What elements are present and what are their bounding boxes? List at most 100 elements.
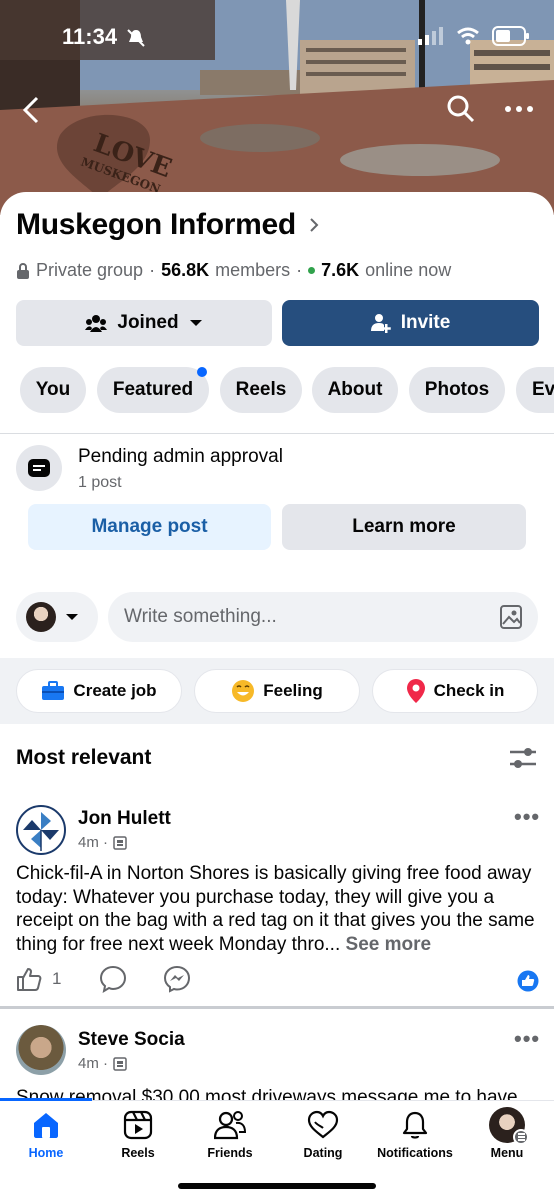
online-label: online now bbox=[365, 260, 452, 280]
members-label: members bbox=[215, 260, 291, 280]
create-job-button[interactable]: Create job bbox=[16, 669, 182, 713]
learn-more-button[interactable]: Learn more bbox=[282, 504, 526, 550]
friends-icon bbox=[214, 1111, 246, 1140]
filter-sliders-icon[interactable] bbox=[508, 746, 538, 770]
lock-icon bbox=[17, 262, 29, 279]
status-time: 11:34 bbox=[62, 24, 118, 49]
post-separator bbox=[0, 1006, 554, 1009]
post-author-avatar[interactable] bbox=[16, 1025, 66, 1075]
tab-label: Friends bbox=[207, 1146, 253, 1160]
post-more-icon[interactable]: ••• bbox=[514, 804, 540, 830]
joined-button[interactable]: Joined bbox=[16, 300, 272, 346]
group-meta: Private group · 56.8K members · 7.6K onl… bbox=[16, 260, 451, 281]
pending-post-icon-wrap bbox=[16, 445, 62, 491]
caret-down-icon bbox=[66, 614, 78, 620]
status-icons bbox=[418, 26, 530, 46]
tab-label: Photos bbox=[424, 379, 490, 400]
post-body: Chick-fil-A in Norton Shores is basicall… bbox=[16, 862, 538, 956]
post-author-avatar[interactable] bbox=[16, 805, 66, 855]
battery-icon bbox=[492, 26, 529, 46]
chevron-right-icon bbox=[310, 218, 319, 232]
tab-reels[interactable]: Reels bbox=[220, 367, 302, 413]
tab-label: Ev bbox=[532, 379, 554, 400]
post-author-name[interactable]: Jon Hulett bbox=[78, 808, 171, 830]
group-audience-icon bbox=[113, 1056, 127, 1071]
like-icon[interactable] bbox=[16, 967, 42, 991]
chip-label: Create job bbox=[73, 681, 157, 700]
add-person-icon bbox=[370, 314, 391, 333]
reels-icon bbox=[123, 1110, 153, 1140]
back-arrow-icon[interactable] bbox=[22, 96, 40, 124]
invite-label: Invite bbox=[400, 312, 451, 333]
tab-label: Home bbox=[28, 1146, 64, 1160]
invite-button[interactable]: Invite bbox=[282, 300, 539, 346]
divider bbox=[0, 433, 554, 434]
joined-label: Joined bbox=[117, 312, 179, 333]
tab-label: Menu bbox=[490, 1146, 524, 1160]
composer-profile-switcher[interactable] bbox=[16, 592, 98, 642]
new-content-dot bbox=[197, 367, 207, 377]
post-timestamp: 4m · bbox=[78, 1055, 127, 1072]
mute-bell-icon bbox=[127, 29, 145, 47]
post-more-icon[interactable]: ••• bbox=[514, 1026, 540, 1052]
tab-label: Dating bbox=[303, 1146, 343, 1160]
post-author-name[interactable]: Steve Socia bbox=[78, 1029, 185, 1051]
home-indicator bbox=[178, 1183, 376, 1189]
dating-heart-icon bbox=[307, 1110, 339, 1139]
tab-reels[interactable]: Reels bbox=[92, 1110, 184, 1160]
group-audience-icon bbox=[113, 835, 127, 850]
group-members-icon bbox=[85, 315, 108, 332]
group-name[interactable]: Muskegon Informed bbox=[16, 208, 320, 242]
tab-menu[interactable]: Menu bbox=[461, 1107, 553, 1160]
tab-label: About bbox=[327, 379, 383, 400]
menu-hamburger-badge-icon bbox=[513, 1129, 529, 1145]
profile-menu-icon bbox=[489, 1107, 529, 1145]
tab-about[interactable]: About bbox=[312, 367, 398, 413]
tab-you[interactable]: You bbox=[20, 367, 86, 413]
smiley-icon bbox=[232, 680, 255, 702]
tab-label: Reels bbox=[121, 1146, 155, 1160]
feeling-button[interactable]: Feeling bbox=[194, 669, 360, 713]
more-options-icon[interactable] bbox=[504, 104, 534, 114]
tab-label: Featured bbox=[112, 379, 194, 400]
comment-icon[interactable] bbox=[99, 965, 127, 993]
check-in-button[interactable]: Check in bbox=[372, 669, 538, 713]
home-icon bbox=[34, 1113, 58, 1138]
tab-label: Reels bbox=[235, 379, 287, 400]
tab-home[interactable]: Home bbox=[0, 1110, 92, 1160]
tab-label: Notifications bbox=[377, 1146, 453, 1160]
manage-post-button[interactable]: Manage post bbox=[28, 504, 271, 550]
briefcase-icon bbox=[42, 681, 65, 700]
privacy-label: Private group bbox=[36, 260, 144, 280]
post-time-text: 4m · bbox=[78, 1055, 108, 1072]
post-body-clipped: Snow removal $30.00 most driveways messa… bbox=[16, 1086, 554, 1100]
like-reaction-badge-icon[interactable] bbox=[517, 970, 539, 992]
messenger-share-icon[interactable] bbox=[163, 965, 191, 993]
members-count: 56.8K bbox=[161, 260, 210, 280]
post-timestamp: 4m · bbox=[78, 834, 127, 851]
online-count: 7.6K bbox=[321, 260, 360, 280]
pending-title: Pending admin approval bbox=[78, 446, 283, 467]
bell-icon bbox=[402, 1111, 428, 1139]
tab-label: You bbox=[35, 379, 71, 400]
group-name-text: Muskegon Informed bbox=[16, 208, 296, 241]
post-actions: 1 bbox=[16, 965, 191, 993]
tab-notifications[interactable]: Notifications bbox=[369, 1110, 461, 1160]
tab-photos[interactable]: Photos bbox=[409, 367, 505, 413]
online-dot bbox=[308, 267, 316, 274]
message-lines-icon bbox=[28, 459, 50, 477]
location-pin-icon bbox=[406, 679, 425, 703]
chip-label: Feeling bbox=[263, 681, 323, 700]
sort-label[interactable]: Most relevant bbox=[16, 746, 151, 770]
tab-events[interactable]: Ev bbox=[516, 367, 554, 413]
tab-dating[interactable]: Dating bbox=[277, 1110, 369, 1160]
photo-icon[interactable] bbox=[500, 605, 522, 629]
search-icon[interactable] bbox=[446, 94, 476, 124]
like-count: 1 bbox=[52, 969, 62, 988]
pinwheel-logo-icon bbox=[23, 812, 59, 851]
see-more-link[interactable]: See more bbox=[346, 934, 432, 955]
write-something-input[interactable]: Write something... bbox=[108, 592, 538, 642]
pending-subtitle: 1 post bbox=[78, 474, 122, 491]
tab-friends[interactable]: Friends bbox=[184, 1110, 276, 1160]
tab-featured[interactable]: Featured bbox=[97, 367, 209, 413]
